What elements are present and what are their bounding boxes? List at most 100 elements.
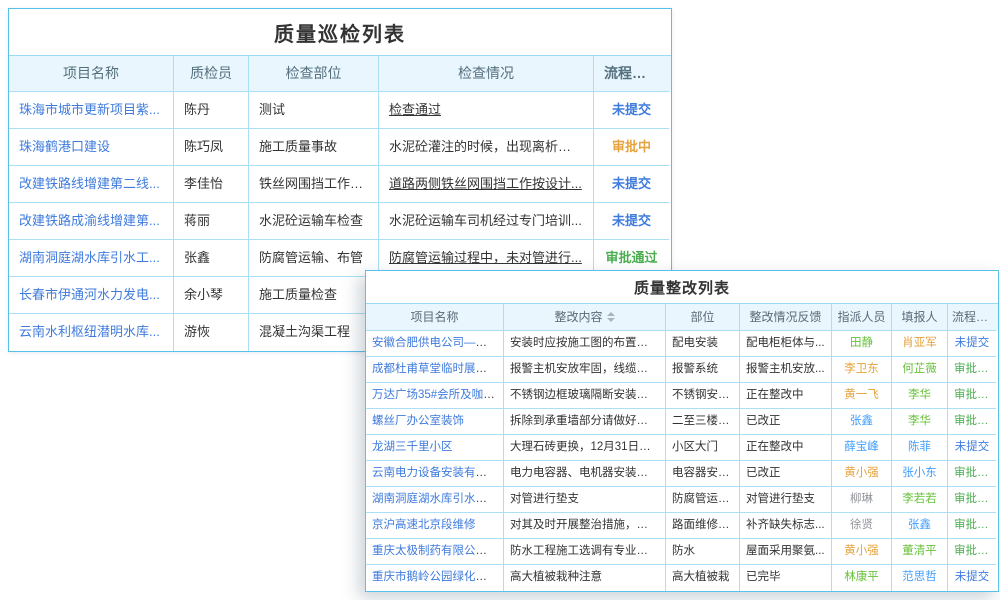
- rectification-table: 质量整改列表 项目名称 整改内容 部位 整改情况反馈 指派人员 填报人 流程状态…: [365, 270, 999, 592]
- project-link[interactable]: 云南电力设备安装有限公司20...: [372, 467, 504, 479]
- column-header-content[interactable]: 整改内容: [504, 304, 666, 331]
- part-cell: 混凝土沟渠工程: [249, 314, 379, 351]
- project-link[interactable]: 改建铁路成渝线增建第...: [19, 213, 160, 228]
- column-header-status: 流程状态: [594, 56, 669, 92]
- table-row: 安徽合肥供电公司—配电设备... 安装时应按施工图的布置，将... 配电安装 配…: [366, 331, 998, 357]
- project-link[interactable]: 长春市伊通河水力发电...: [19, 287, 160, 302]
- column-header-project: 项目名称: [9, 56, 174, 92]
- column-header-part: 部位: [666, 304, 740, 331]
- part-cell: 施工质量事故: [249, 129, 379, 166]
- project-link[interactable]: 安徽合肥供电公司—配电设备...: [372, 337, 504, 349]
- table-row: 珠海鹤港口建设 陈巧凤 施工质量事故 水泥砼灌注的时候，出现离析现象 审批中: [9, 129, 671, 166]
- assignee-cell: 柳琳: [832, 487, 892, 513]
- content-cell: 对管进行垫支: [504, 487, 666, 513]
- project-link[interactable]: 螺丝厂办公室装饰: [372, 415, 464, 427]
- situation-text: 道路两侧铁丝网围挡工作按设计...: [389, 176, 582, 191]
- assignee-cell: 张鑫: [832, 409, 892, 435]
- part-cell: 小区大门: [666, 435, 740, 461]
- rectification-table-title: 质量整改列表: [366, 271, 998, 304]
- status-text: 审批通过: [948, 461, 996, 487]
- project-link[interactable]: 改建铁路线增建第二线...: [19, 176, 160, 191]
- situation-text: 检查通过: [389, 102, 441, 117]
- column-header-situation: 检查情况: [379, 56, 594, 92]
- part-cell: 高大植被栽: [666, 565, 740, 591]
- content-cell: 大理石砖更换，12月31日之...: [504, 435, 666, 461]
- assignee-cell: 黄一飞: [832, 383, 892, 409]
- project-link[interactable]: 珠海市城市更新项目紫...: [19, 102, 160, 117]
- column-header-content-label: 整改内容: [554, 304, 602, 330]
- sort-icon[interactable]: [607, 312, 615, 322]
- part-cell: 报警系统: [666, 357, 740, 383]
- inspector-cell: 余小琴: [174, 277, 249, 314]
- reporter-cell: 李华: [892, 409, 948, 435]
- project-link[interactable]: 珠海鹤港口建设: [19, 139, 110, 154]
- content-cell: 防水工程施工选调有专业资质...: [504, 539, 666, 565]
- content-cell: 拆除到承重墙部分请做好加固...: [504, 409, 666, 435]
- inspector-cell: 蒋丽: [174, 203, 249, 240]
- feedback-cell: 已改正: [740, 461, 832, 487]
- column-header-part: 检查部位: [249, 56, 379, 92]
- column-header-feedback: 整改情况反馈: [740, 304, 832, 331]
- content-cell: 高大植被栽种注意: [504, 565, 666, 591]
- part-cell: 防腐管运输...: [666, 487, 740, 513]
- project-link[interactable]: 重庆市鹅岭公园绿化景观提升...: [372, 571, 504, 583]
- part-cell: 施工质量检查: [249, 277, 379, 314]
- table-row: 万达广场35#会所及咖啡厅空... 不锈钢边框玻璃隔断安装不牢... 不锈钢安装…: [366, 383, 998, 409]
- column-header-status: 流程状态: [948, 304, 996, 331]
- part-cell: 配电安装: [666, 331, 740, 357]
- table-row: 湖南洞庭湖水库引水工程施工1标 对管进行垫支 防腐管运输... 对管进行垫支 柳…: [366, 487, 998, 513]
- project-link[interactable]: 湖南洞庭湖水库引水工程施工1标: [372, 493, 504, 505]
- project-link[interactable]: 重庆太极制药有限公司亳州中...: [372, 545, 504, 557]
- inspector-cell: 张鑫: [174, 240, 249, 277]
- project-link[interactable]: 云南水利枢纽潜明水库...: [19, 324, 160, 339]
- reporter-cell: 张小东: [892, 461, 948, 487]
- table-row: 成都杜甫草堂临时展厅独立展... 报警主机安放牢固，线缆连接... 报警系统 报…: [366, 357, 998, 383]
- inspection-header-row: 项目名称 质检员 检查部位 检查情况 流程状态: [9, 56, 671, 92]
- part-cell: 电容器安装...: [666, 461, 740, 487]
- reporter-cell: 肖亚军: [892, 331, 948, 357]
- status-text: 审批通过: [948, 513, 996, 539]
- status-text: 审批通过: [948, 539, 996, 565]
- rectification-table-grid: 项目名称 整改内容 部位 整改情况反馈 指派人员 填报人 流程状态 安徽合肥供电…: [366, 304, 998, 591]
- reporter-cell: 范思哲: [892, 565, 948, 591]
- reporter-cell: 李华: [892, 383, 948, 409]
- reporter-cell: 董清平: [892, 539, 948, 565]
- content-cell: 电力电容器、电机器安装方案...: [504, 461, 666, 487]
- assignee-cell: 薛宝峰: [832, 435, 892, 461]
- status-text: 审批通过: [948, 383, 996, 409]
- part-cell: 铁丝网围挡工作检查: [249, 166, 379, 203]
- column-header-assignee: 指派人员: [832, 304, 892, 331]
- feedback-cell: 已改正: [740, 409, 832, 435]
- project-link[interactable]: 京沪高速北京段维修: [372, 519, 476, 531]
- table-row: 改建铁路线增建第二线... 李佳怡 铁丝网围挡工作检查 道路两侧铁丝网围挡工作按…: [9, 166, 671, 203]
- inspector-cell: 李佳怡: [174, 166, 249, 203]
- reporter-cell: 陈菲: [892, 435, 948, 461]
- feedback-cell: 正在整改中: [740, 435, 832, 461]
- status-text: 未提交: [948, 565, 996, 591]
- column-header-reporter: 填报人: [892, 304, 948, 331]
- column-header-project: 项目名称: [366, 304, 504, 331]
- status-text: 未提交: [594, 166, 669, 203]
- status-text: 审批通过: [948, 487, 996, 513]
- feedback-cell: 报警主机安放...: [740, 357, 832, 383]
- part-cell: 测试: [249, 92, 379, 129]
- project-link[interactable]: 成都杜甫草堂临时展厅独立展...: [372, 363, 504, 375]
- assignee-cell: 田静: [832, 331, 892, 357]
- feedback-cell: 对管进行垫支: [740, 487, 832, 513]
- inspector-cell: 游恢: [174, 314, 249, 351]
- status-text: 审批通过: [948, 409, 996, 435]
- situation-text: 防腐管运输过程中，未对管进行...: [389, 250, 582, 265]
- situation-text: 水泥砼灌注的时候，出现离析现象: [389, 139, 584, 154]
- part-cell: 水泥砼运输车检查: [249, 203, 379, 240]
- project-link[interactable]: 湖南洞庭湖水库引水工...: [19, 250, 160, 265]
- assignee-cell: 李卫东: [832, 357, 892, 383]
- feedback-cell: 配电柜柜体与...: [740, 331, 832, 357]
- project-link[interactable]: 龙湖三千里小区: [372, 441, 453, 453]
- project-link[interactable]: 万达广场35#会所及咖啡厅空...: [372, 389, 504, 401]
- status-text: 未提交: [594, 92, 669, 129]
- table-row: 重庆太极制药有限公司亳州中... 防水工程施工选调有专业资质... 防水 屋面采…: [366, 539, 998, 565]
- reporter-cell: 张鑫: [892, 513, 948, 539]
- table-row: 龙湖三千里小区 大理石砖更换，12月31日之... 小区大门 正在整改中 薛宝峰…: [366, 435, 998, 461]
- reporter-cell: 何芷薇: [892, 357, 948, 383]
- status-text: 未提交: [594, 203, 669, 240]
